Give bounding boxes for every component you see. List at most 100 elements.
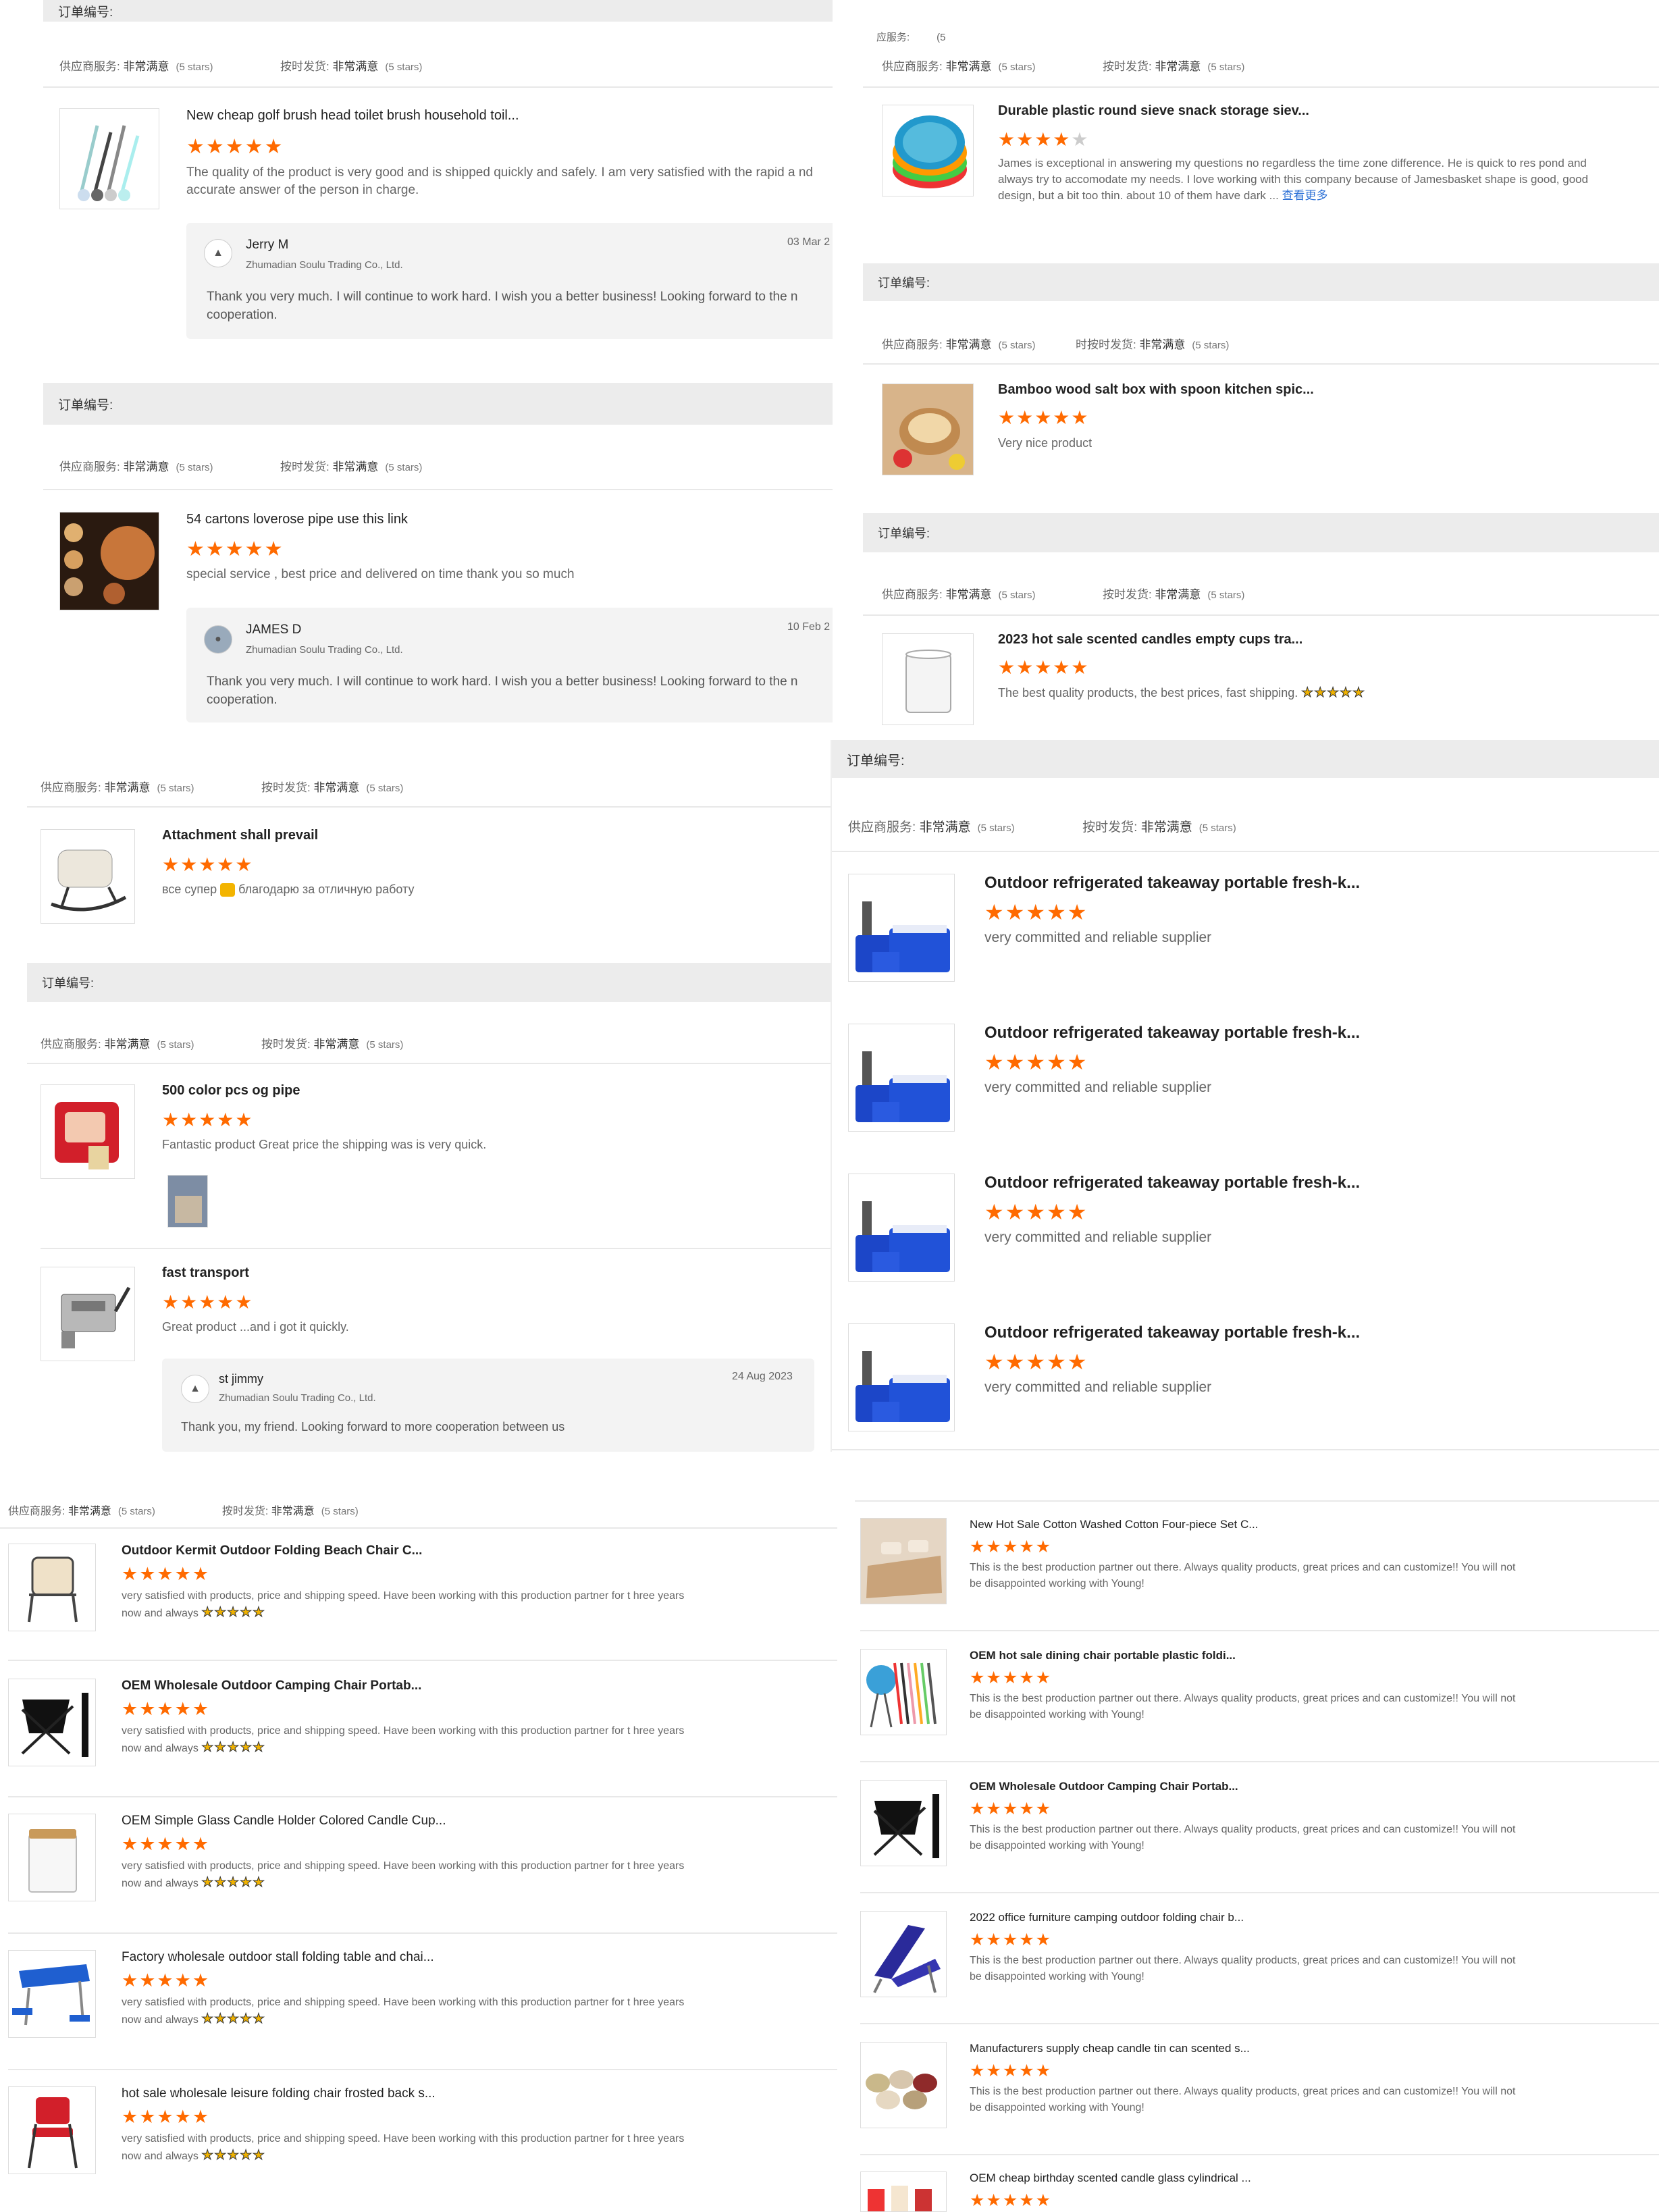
outline-stars: ★★★★★: [201, 1605, 265, 1621]
divider: [860, 2023, 1659, 2024]
product-image-toilet-brush[interactable]: [59, 108, 159, 209]
see-more-link[interactable]: 查看更多: [1282, 189, 1328, 202]
review-text: This is the best production partner out …: [970, 2086, 1516, 2113]
product-image-beach-chair[interactable]: [8, 1544, 96, 1631]
outline-stars: ★★★★★: [201, 1875, 265, 1891]
product-image-bedding-set[interactable]: [860, 1518, 947, 1604]
product-title[interactable]: 2023 hot sale scented candles empty cups…: [998, 632, 1302, 648]
rating-stars: ★★★★★: [186, 136, 284, 158]
beach-chair-picture: [28, 1556, 78, 1623]
divider: [8, 1932, 837, 1934]
product-image-folding-table[interactable]: [8, 1950, 96, 2038]
rating-stars: ★★★★★: [162, 854, 254, 875]
divider: [27, 806, 832, 808]
rating-stars: ★★★★★: [122, 2107, 211, 2127]
order-number-bar: 订单编号:: [863, 263, 1659, 301]
reply-message: Thank you very much. I will continue to …: [207, 290, 798, 322]
product-title[interactable]: Factory wholesale outdoor stall folding …: [122, 1950, 434, 1965]
product-title[interactable]: Outdoor refrigerated takeaway portable f…: [984, 1174, 1360, 1192]
pasta-machine-picture: [61, 1286, 131, 1348]
rating-meta: 供应商服务: 非常满意 (5 stars) 按时发货: 非常满意 (5 stars): [848, 820, 1236, 835]
product-title[interactable]: OEM cheap birthday scented candle glass …: [970, 2171, 1251, 2185]
product-title[interactable]: Durable plastic round sieve snack storag…: [998, 103, 1309, 119]
review-text: Great product ...and i got it quickly.: [162, 1320, 349, 1334]
product-title[interactable]: New Hot Sale Cotton Washed Cotton Four-p…: [970, 1518, 1258, 1531]
product-title[interactable]: Manufacturers supply cheap candle tin ca…: [970, 2042, 1250, 2055]
product-title[interactable]: Attachment shall prevail: [162, 828, 318, 843]
product-title[interactable]: OEM hot sale dining chair portable plast…: [970, 1649, 1236, 1662]
review-text: Very nice product: [998, 436, 1092, 450]
product-title[interactable]: OEM Wholesale Outdoor Camping Chair Port…: [122, 1679, 421, 1693]
candle-tins-picture: [866, 2070, 937, 2109]
product-image-bamboo-box[interactable]: [882, 384, 974, 475]
product-image-recliner-chair[interactable]: [860, 1911, 947, 1997]
product-title[interactable]: OEM Simple Glass Candle Holder Colored C…: [122, 1814, 446, 1828]
review-text: very satisfied with products, price and …: [122, 1997, 685, 2027]
product-image-cooler[interactable]: [848, 1174, 955, 1282]
top-fragment: 应服务: (5: [876, 32, 946, 43]
review-text: very satisfied with products, price and …: [122, 2133, 685, 2163]
order-number-bar: 订单编号:: [43, 383, 833, 425]
sieve-picture: [893, 115, 967, 188]
product-title[interactable]: Outdoor refrigerated takeaway portable f…: [984, 1024, 1360, 1043]
rating-stars: ★★★★★: [162, 1292, 254, 1313]
review-panel-6: New Hot Sale Cotton Washed Cotton Four-p…: [855, 1483, 1659, 2212]
product-image-glass-candle-cup[interactable]: [8, 1814, 96, 1901]
review-text: very satisfied with products, price and …: [122, 1725, 685, 1756]
review-item: OEM Simple Glass Candle Holder Colored C…: [0, 1814, 837, 1949]
reply-date: 24 Aug 2023: [732, 1371, 793, 1382]
product-image-sieve[interactable]: [882, 105, 974, 196]
review-text: special service , best price and deliver…: [186, 567, 575, 581]
product-title[interactable]: Outdoor refrigerated takeaway portable f…: [984, 1323, 1360, 1342]
outline-stars: ★★★★★: [201, 2148, 265, 2163]
handshake-emoji-icon: [220, 883, 236, 897]
product-image-candle-cup[interactable]: [882, 633, 974, 725]
product-title[interactable]: hot sale wholesale leisure folding chair…: [122, 2086, 436, 2101]
product-image-birthday-candle[interactable]: [860, 2171, 947, 2212]
rating-stars: ★★★★★: [998, 657, 1090, 678]
product-image-pasta-machine[interactable]: [41, 1267, 135, 1361]
glass-candle-cup-picture: [28, 1829, 77, 1893]
review-text: very satisfied with products, price and …: [122, 1860, 685, 1891]
product-image-camping-chair[interactable]: [860, 1780, 947, 1866]
rating-stars: ★★★★★: [998, 129, 1090, 150]
product-image-cooler[interactable]: [848, 1024, 955, 1132]
divider: [8, 2069, 837, 2070]
product-image-dining-chair[interactable]: [860, 1649, 947, 1735]
recliner-chair-picture: [873, 1925, 941, 1993]
product-title[interactable]: OEM Wholesale Outdoor Camping Chair Port…: [970, 1780, 1238, 1793]
product-title[interactable]: Outdoor Kermit Outdoor Folding Beach Cha…: [122, 1544, 422, 1558]
rating-stars: ★★★★★: [970, 2061, 1053, 2080]
divider: [43, 489, 833, 490]
review-photo[interactable]: [167, 1175, 208, 1228]
product-title[interactable]: Bamboo wood salt box with spoon kitchen …: [998, 382, 1314, 398]
product-title[interactable]: New cheap golf brush head toilet brush h…: [186, 108, 519, 124]
review-panel-3: 供应商服务: 非常满意 (5 stars) 按时发货: 非常满意 (5 stars)…: [27, 743, 832, 1472]
rating-stars: ★★★★★: [970, 1799, 1053, 1818]
review-text: Fantastic product Great price the shippi…: [162, 1138, 487, 1151]
product-title[interactable]: fast transport: [162, 1265, 249, 1281]
product-image-red-folding-chair[interactable]: [8, 2086, 96, 2174]
product-title[interactable]: 54 cartons loverose pipe use this link: [186, 512, 408, 527]
review-item: OEM Wholesale Outdoor Camping Chair Port…: [0, 1679, 837, 1814]
reply-message: Thank you very much. I will continue to …: [207, 675, 798, 707]
rating-stars: ★★★★★: [122, 1970, 211, 1991]
product-image-pipe-collage[interactable]: [59, 512, 159, 610]
product-image-cooler[interactable]: [848, 1323, 955, 1431]
product-image-rocking-chair[interactable]: [41, 829, 135, 924]
supplier-reply: ● JAMES D Zhumadian Soulu Trading Co., L…: [186, 608, 833, 722]
cooler-picture: [855, 901, 950, 972]
product-image-camping-chair[interactable]: [8, 1679, 96, 1766]
product-title[interactable]: 500 color pcs og pipe: [162, 1083, 300, 1099]
review-text: This is the best production partner out …: [970, 1562, 1516, 1589]
product-title[interactable]: Outdoor refrigerated takeaway portable f…: [984, 874, 1360, 893]
rating-meta: 供应商服务: 非常满意 (5 stars) 按时发货: 非常满意 (5 stars): [8, 1506, 359, 1517]
product-image-candle-tins[interactable]: [860, 2042, 947, 2128]
order-number-bar: 订单编号:: [863, 513, 1659, 552]
product-image-red-machine[interactable]: [41, 1084, 135, 1179]
product-title[interactable]: 2022 office furniture camping outdoor fo…: [970, 1911, 1244, 1924]
reply-company: Zhumadian Soulu Trading Co., Ltd.: [219, 1392, 376, 1404]
product-image-cooler[interactable]: [848, 874, 955, 982]
review-item: Outdoor refrigerated takeaway portable f…: [832, 1024, 1659, 1159]
reply-avatar: ▲: [181, 1375, 209, 1403]
